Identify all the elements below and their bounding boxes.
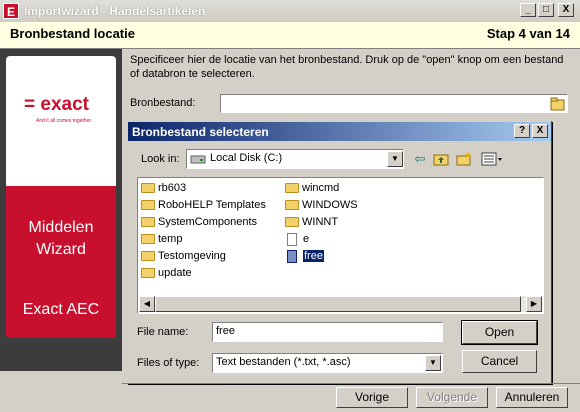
file-type-dropdown[interactable]: Text bestanden (*.txt, *.asc) [212,353,443,373]
folder-item[interactable]: WINNT [285,214,338,230]
next-button[interactable]: Volgende [416,387,488,408]
dialog-close-button[interactable]: X [532,124,548,138]
folder-icon [141,251,155,262]
wizard-cancel-button[interactable]: Annuleren [496,387,568,408]
file-dialog: Bronbestand selecteren ? X Look in: ▼ Lo… [127,121,552,384]
folder-item[interactable]: rb603 [141,180,186,196]
scroll-right-button[interactable]: ▶ [526,296,542,312]
dialog-title: Bronbestand selecteren [132,125,269,139]
window-close-button[interactable]: X [558,3,574,17]
footer-divider [122,383,580,384]
local-disk-icon [190,155,206,164]
folder-icon [285,217,299,228]
source-file-input[interactable] [220,94,568,113]
file-type-value: Text bestanden (*.txt, *.asc) [216,356,351,368]
banner-product: Exact AEC [22,301,100,318]
folder-icon [285,183,299,194]
scroll-left-button[interactable]: ◀ [139,296,155,312]
scrollbar-thumb[interactable] [155,296,521,312]
folder-item[interactable]: Testomgeving [141,248,226,264]
file-type-label: Files of type: [137,357,200,369]
banner-line-1: Middelen [28,219,94,236]
folder-icon [141,234,155,245]
file-name-label: File name: [137,326,189,338]
folder-icon [285,200,299,211]
file-item[interactable]: e [287,231,309,247]
maximize-button[interactable]: □ [538,3,554,17]
folder-item[interactable]: wincmd [285,180,339,196]
step-counter: Stap 4 van 14 [486,26,570,41]
folder-icon [141,183,155,194]
folder-icon [141,217,155,228]
file-name-input[interactable]: free [212,322,443,342]
folder-item[interactable]: temp [141,231,182,247]
file-item-selected[interactable]: free [287,248,324,264]
folder-item[interactable]: SystemComponents [141,214,257,230]
dialog-help-button[interactable]: ? [514,124,530,138]
banner-line-2: Wizard [36,241,86,258]
exact-app-icon: E [3,3,19,19]
open-button[interactable]: Open [461,320,538,345]
folder-item[interactable]: update [141,265,192,281]
text-file-icon [287,232,297,246]
step-description: Specificeer hier de locatie van het bron… [130,54,564,80]
source-file-label: Bronbestand: [130,97,196,109]
text-file-icon [287,249,297,263]
cancel-button[interactable]: Cancel [462,350,537,373]
minimize-button[interactable]: _ [520,3,536,17]
file-type-dropdown-arrow[interactable]: ▼ [425,355,441,371]
look-in-value: Local Disk (C:) [210,152,283,164]
folder-item[interactable]: WINDOWS [285,197,358,213]
up-folder-icon[interactable] [433,152,449,166]
window-title: Importwizard - Handelsartikelen [24,4,206,18]
file-list[interactable]: rb603 RoboHELP Templates SystemComponent… [137,177,544,314]
look-in-dropdown-arrow[interactable]: ▼ [387,151,403,167]
wizard-banner: = exact And it all comes together. Midde… [6,56,116,338]
exact-tagline: And it all comes together. [36,118,93,124]
back-icon[interactable]: ⇦ [411,150,429,168]
look-in-label: Look in: [141,153,180,165]
exact-logo: = exact [24,94,89,115]
folder-icon [141,268,155,279]
new-folder-icon[interactable] [456,152,472,166]
horizontal-scrollbar[interactable]: ◀ ▶ [139,296,542,312]
previous-button[interactable]: Vorige [336,387,408,408]
folder-icon [141,200,155,211]
view-menu-icon[interactable] [481,152,503,166]
step-title: Bronbestand locatie [10,26,135,41]
folder-item[interactable]: RoboHELP Templates [141,197,266,213]
open-folder-icon[interactable] [550,96,566,111]
